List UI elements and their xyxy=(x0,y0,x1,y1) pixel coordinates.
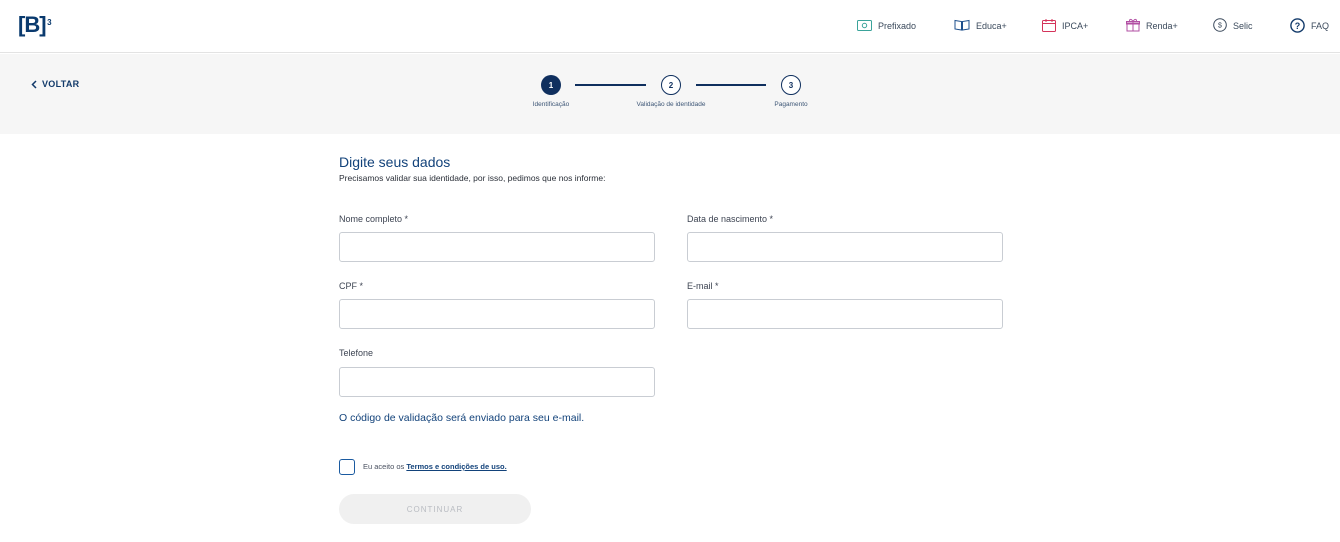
logo-text: [B] xyxy=(18,12,47,37)
open-book-icon xyxy=(954,19,970,33)
continue-button[interactable]: CONTINUAR xyxy=(339,494,531,524)
step-3-label: Pagamento xyxy=(774,101,808,108)
nav-label: Educa+ xyxy=(976,21,1007,31)
step-connector xyxy=(575,84,646,86)
step-connector xyxy=(696,84,766,86)
calendar-icon xyxy=(1042,18,1056,34)
nav-item-educa[interactable]: Educa+ xyxy=(954,17,1007,35)
nav-label: IPCA+ xyxy=(1062,21,1089,31)
cpf-input[interactable] xyxy=(339,299,655,329)
chevron-left-icon xyxy=(31,79,37,89)
nav-item-faq[interactable]: ? FAQ xyxy=(1290,17,1329,35)
nav-item-ipca[interactable]: IPCA+ xyxy=(1042,17,1088,35)
step-2-label: Validação de identidade xyxy=(636,101,706,108)
form-subtitle: Precisamos validar sua identidade, por i… xyxy=(339,173,606,183)
money-bill-icon xyxy=(857,19,872,33)
name-label: Nome completo * xyxy=(339,214,409,224)
step-2-indicator: 2 xyxy=(661,75,681,95)
form-title: Digite seus dados xyxy=(339,154,451,170)
name-input[interactable] xyxy=(339,232,655,262)
nav-label: FAQ xyxy=(1311,21,1330,31)
nav-label: Prefixado xyxy=(878,21,917,31)
terms-text: Eu aceito os Termos e condições de uso. xyxy=(363,462,507,471)
email-label: E-mail * xyxy=(687,281,719,291)
terms-link[interactable]: Termos e condições de uso. xyxy=(406,462,506,471)
validation-notice: O código de validação será enviado para … xyxy=(339,412,585,424)
terms-prefix: Eu aceito os xyxy=(363,462,405,471)
back-label: VOLTAR xyxy=(42,79,80,89)
question-circle-icon: ? xyxy=(1290,17,1305,35)
step-number: 3 xyxy=(788,80,794,90)
dollar-coin-icon: $ xyxy=(1213,18,1227,34)
nav-label: Renda+ xyxy=(1146,21,1178,31)
birthdate-label: Data de nascimento * xyxy=(687,214,774,224)
back-button[interactable]: VOLTAR xyxy=(31,79,79,89)
stepper-band: VOLTAR 1 2 3 Identificação Validação de … xyxy=(0,54,1340,134)
nav-label: Selic xyxy=(1233,21,1253,31)
step-number: 1 xyxy=(548,80,554,90)
email-input[interactable] xyxy=(687,299,1003,329)
nav-item-prefixado[interactable]: Prefixado xyxy=(857,17,916,35)
step-3-indicator: 3 xyxy=(781,75,801,95)
step-1-label: Identificação xyxy=(532,101,570,108)
terms-checkbox[interactable] xyxy=(339,459,355,475)
step-1-indicator: 1 xyxy=(541,75,561,95)
phone-input[interactable] xyxy=(339,367,655,397)
nav-item-renda[interactable]: Renda+ xyxy=(1126,17,1178,35)
logo-superscript: 3 xyxy=(47,18,52,27)
phone-label: Telefone xyxy=(339,348,374,358)
top-header: [B] 3 Prefixado Educa+ IPCA+ Renda+ $ Sel… xyxy=(0,0,1340,53)
gift-icon xyxy=(1126,18,1140,34)
b3-logo[interactable]: [B] 3 xyxy=(18,12,52,38)
birthdate-input[interactable] xyxy=(687,232,1003,262)
svg-text:$: $ xyxy=(1218,23,1222,30)
step-number: 2 xyxy=(668,80,674,90)
svg-text:?: ? xyxy=(1295,20,1301,30)
cpf-label: CPF * xyxy=(339,281,364,291)
nav-item-selic[interactable]: $ Selic xyxy=(1213,17,1253,35)
